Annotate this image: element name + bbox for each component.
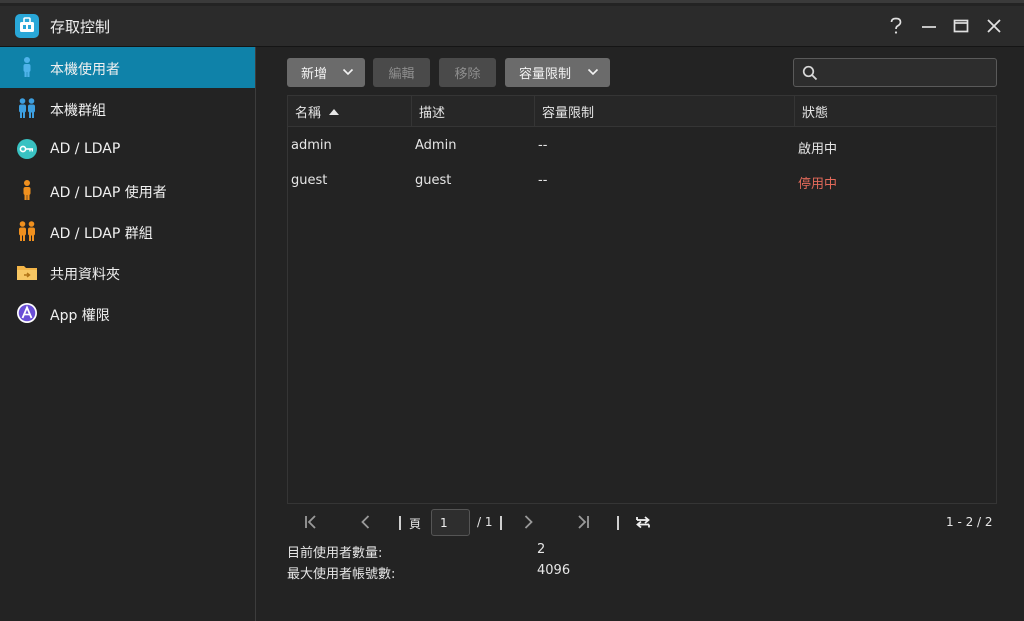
next-page-icon[interactable] [520, 514, 536, 530]
access-control-window: 存取控制 本機使用者 本機群組 AD / LDAP AD / LDAP 使用者 … [0, 0, 1024, 621]
user-icon [23, 180, 31, 200]
pagination-bar: 頁 / 1 1 - 2 / 2 [287, 503, 997, 540]
add-button-label: 新增 [301, 67, 328, 82]
cell-description: guest [415, 173, 452, 188]
remove-button-label: 移除 [454, 67, 481, 82]
current-users-value: 2 [537, 542, 546, 557]
cell-quota: -- [538, 138, 548, 153]
sidebar: 本機使用者 本機群組 AD / LDAP AD / LDAP 使用者 AD / … [0, 47, 256, 621]
column-header-label: 名稱 [295, 106, 322, 121]
pager-divider [617, 516, 619, 530]
sidebar-item-label: AD / LDAP 使用者 [50, 185, 167, 201]
help-icon [890, 17, 902, 34]
user-group-icon [19, 98, 35, 118]
last-page-icon[interactable] [575, 514, 591, 530]
search-icon [802, 65, 818, 81]
first-page-icon[interactable] [303, 514, 319, 530]
chevron-down-icon [342, 68, 354, 76]
max-users-value: 4096 [537, 563, 571, 578]
quota-button-label: 容量限制 [519, 67, 572, 82]
column-header-name[interactable]: 名稱 [288, 96, 412, 127]
search-box[interactable] [793, 58, 997, 87]
shared-folder-icon [17, 266, 37, 280]
window-title: 存取控制 [50, 18, 111, 36]
max-users-label: 最大使用者帳號數: [287, 567, 396, 582]
cell-name: guest [291, 173, 328, 188]
access-control-app-icon [15, 14, 39, 38]
sidebar-item-app-permissions[interactable]: App 權限 [0, 293, 255, 334]
add-button[interactable]: 新增 [287, 58, 365, 87]
sidebar-item-label: App 權限 [50, 308, 110, 324]
title-bar[interactable]: 存取控制 [0, 6, 1024, 47]
minimize-icon [922, 26, 936, 28]
cell-status: 停用中 [798, 177, 838, 192]
close-button[interactable] [982, 14, 1006, 38]
key-icon [17, 139, 37, 159]
sidebar-item-label: 共用資料夾 [50, 267, 120, 283]
maximize-button[interactable] [949, 14, 973, 38]
sidebar-item-label: 本機群組 [50, 103, 106, 119]
table-row[interactable]: guest guest -- 停用中 [288, 164, 996, 199]
sidebar-item-local-users[interactable]: 本機使用者 [0, 47, 255, 88]
chevron-down-icon [587, 68, 599, 76]
sidebar-item-shared-folders[interactable]: 共用資料夾 [0, 252, 255, 293]
remove-button[interactable]: 移除 [439, 58, 496, 87]
page-label: 頁 [409, 517, 422, 531]
sidebar-item-label: AD / LDAP 群組 [50, 226, 153, 242]
user-icon [23, 57, 31, 77]
users-table: 名稱 描述 容量限制 狀態 admin Admin -- 啟用中 guest g… [287, 95, 997, 540]
column-header-description[interactable]: 描述 [412, 96, 535, 127]
sidebar-item-ad-ldap[interactable]: AD / LDAP [0, 129, 255, 170]
table-row[interactable]: admin Admin -- 啟用中 [288, 129, 996, 164]
column-header-label: 描述 [419, 106, 446, 121]
cell-quota: -- [538, 173, 548, 188]
current-users-label: 目前使用者數量: [287, 546, 383, 561]
app-permission-icon [17, 303, 37, 323]
cell-status: 啟用中 [798, 142, 838, 157]
refresh-icon[interactable] [635, 514, 651, 530]
total-pages: / 1 [477, 515, 493, 529]
page-number-input[interactable] [431, 509, 470, 536]
column-header-quota[interactable]: 容量限制 [535, 96, 795, 127]
sidebar-item-ad-ldap-users[interactable]: AD / LDAP 使用者 [0, 170, 255, 211]
main-content: 新增 編輯 移除 容量限制 名稱 描述 容量限制 狀態 admin Admin … [257, 47, 1024, 621]
cell-name: admin [291, 138, 332, 153]
search-input[interactable] [822, 63, 990, 82]
column-header-label: 容量限制 [542, 106, 595, 121]
edit-button-label: 編輯 [388, 67, 415, 82]
previous-page-icon[interactable] [358, 514, 374, 530]
sidebar-item-local-groups[interactable]: 本機群組 [0, 88, 255, 129]
record-range: 1 - 2 / 2 [946, 515, 993, 529]
edit-button[interactable]: 編輯 [373, 58, 430, 87]
pager-divider [399, 516, 401, 530]
sort-ascending-icon [329, 108, 340, 115]
user-group-icon [19, 221, 35, 241]
pager-divider [500, 516, 502, 530]
sidebar-item-label: 本機使用者 [50, 62, 120, 78]
close-icon [987, 19, 1001, 33]
sidebar-item-label: AD / LDAP [50, 141, 121, 157]
help-button[interactable] [884, 14, 908, 38]
cell-description: Admin [415, 138, 457, 153]
minimize-button[interactable] [917, 14, 941, 38]
sidebar-item-ad-ldap-groups[interactable]: AD / LDAP 群組 [0, 211, 255, 252]
column-header-label: 狀態 [802, 106, 829, 121]
maximize-icon [953, 19, 969, 33]
quota-button[interactable]: 容量限制 [505, 58, 610, 87]
table-header: 名稱 描述 容量限制 狀態 [288, 96, 996, 127]
column-header-status[interactable]: 狀態 [795, 96, 996, 127]
